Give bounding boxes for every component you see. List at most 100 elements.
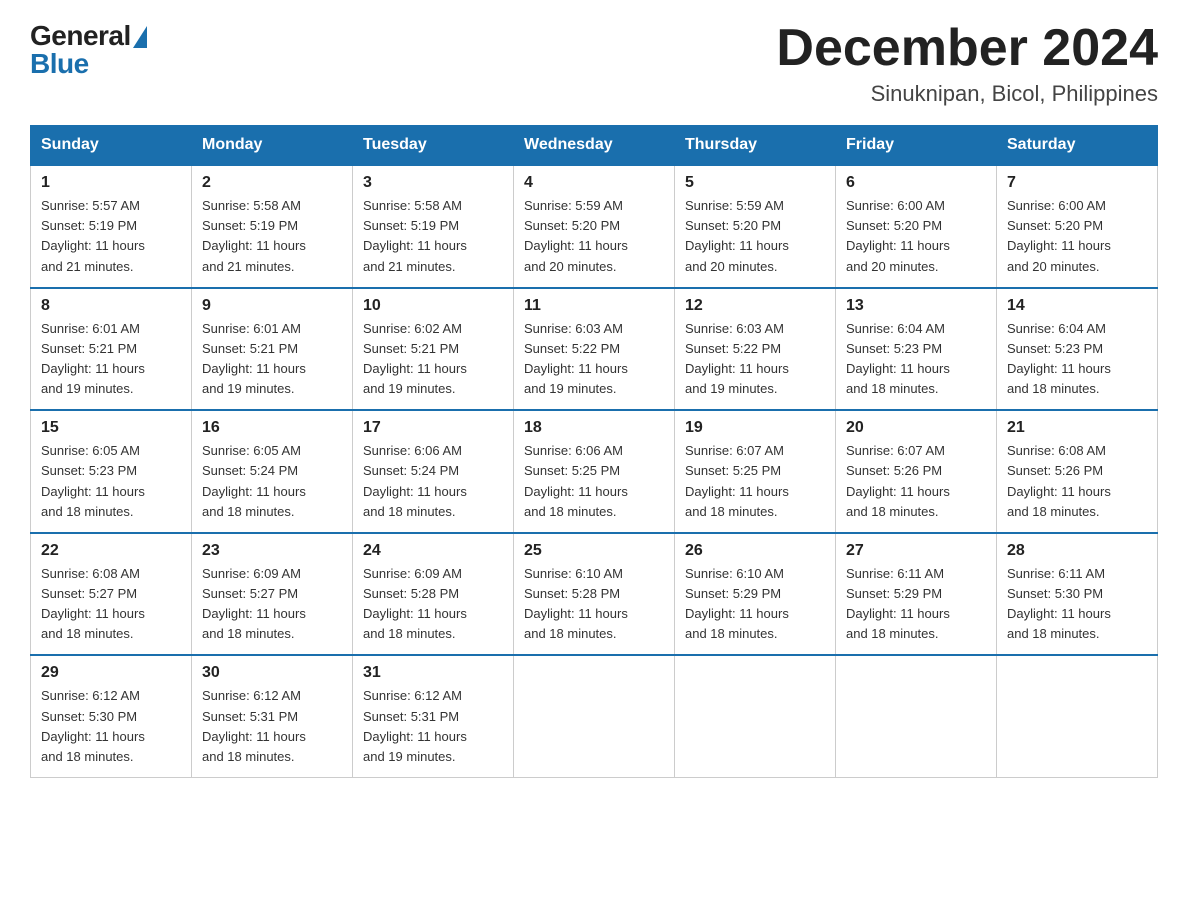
calendar-cell bbox=[675, 655, 836, 777]
day-info: Sunrise: 6:03 AMSunset: 5:22 PMDaylight:… bbox=[685, 319, 825, 400]
day-number: 19 bbox=[685, 419, 825, 437]
day-number: 25 bbox=[524, 542, 664, 560]
day-info: Sunrise: 5:58 AMSunset: 5:19 PMDaylight:… bbox=[363, 196, 503, 277]
calendar-cell: 31 Sunrise: 6:12 AMSunset: 5:31 PMDayligh… bbox=[353, 655, 514, 777]
calendar-cell: 11 Sunrise: 6:03 AMSunset: 5:22 PMDayligh… bbox=[514, 288, 675, 411]
calendar-cell: 6 Sunrise: 6:00 AMSunset: 5:20 PMDaylight… bbox=[836, 165, 997, 288]
calendar-cell bbox=[514, 655, 675, 777]
page-header: General Blue December 2024 Sinuknipan, B… bbox=[30, 20, 1158, 107]
day-info: Sunrise: 6:05 AMSunset: 5:23 PMDaylight:… bbox=[41, 441, 181, 522]
day-info: Sunrise: 5:58 AMSunset: 5:19 PMDaylight:… bbox=[202, 196, 342, 277]
day-info: Sunrise: 6:07 AMSunset: 5:25 PMDaylight:… bbox=[685, 441, 825, 522]
calendar-cell bbox=[997, 655, 1158, 777]
calendar-cell: 22 Sunrise: 6:08 AMSunset: 5:27 PMDayligh… bbox=[31, 533, 192, 656]
day-info: Sunrise: 6:07 AMSunset: 5:26 PMDaylight:… bbox=[846, 441, 986, 522]
calendar-cell: 30Sunrise: 6:12 AMSunset: 5:31 PMDayligh… bbox=[192, 655, 353, 777]
day-number: 16 bbox=[202, 419, 342, 437]
calendar-cell: 15 Sunrise: 6:05 AMSunset: 5:23 PMDayligh… bbox=[31, 410, 192, 533]
day-number: 22 bbox=[41, 542, 181, 560]
weekday-header-sunday: Sunday bbox=[31, 126, 192, 166]
calendar-cell: 7Sunrise: 6:00 AMSunset: 5:20 PMDaylight… bbox=[997, 165, 1158, 288]
day-number: 21 bbox=[1007, 419, 1147, 437]
calendar-cell: 8 Sunrise: 6:01 AMSunset: 5:21 PMDaylight… bbox=[31, 288, 192, 411]
day-number: 6 bbox=[846, 174, 986, 192]
day-number: 18 bbox=[524, 419, 664, 437]
day-info: Sunrise: 6:08 AMSunset: 5:26 PMDaylight:… bbox=[1007, 441, 1147, 522]
day-info: Sunrise: 6:05 AMSunset: 5:24 PMDaylight:… bbox=[202, 441, 342, 522]
day-info: Sunrise: 6:08 AMSunset: 5:27 PMDaylight:… bbox=[41, 564, 181, 645]
weekday-header-thursday: Thursday bbox=[675, 126, 836, 166]
calendar-cell: 23Sunrise: 6:09 AMSunset: 5:27 PMDayligh… bbox=[192, 533, 353, 656]
calendar-table: SundayMondayTuesdayWednesdayThursdayFrid… bbox=[30, 125, 1158, 778]
calendar-week-3: 15 Sunrise: 6:05 AMSunset: 5:23 PMDayligh… bbox=[31, 410, 1158, 533]
logo: General Blue bbox=[30, 20, 147, 80]
day-number: 5 bbox=[685, 174, 825, 192]
day-info: Sunrise: 6:02 AMSunset: 5:21 PMDaylight:… bbox=[363, 319, 503, 400]
calendar-cell: 27 Sunrise: 6:11 AMSunset: 5:29 PMDayligh… bbox=[836, 533, 997, 656]
weekday-header-friday: Friday bbox=[836, 126, 997, 166]
day-number: 20 bbox=[846, 419, 986, 437]
calendar-cell: 3 Sunrise: 5:58 AMSunset: 5:19 PMDaylight… bbox=[353, 165, 514, 288]
month-title: December 2024 bbox=[776, 20, 1158, 77]
calendar-cell: 2 Sunrise: 5:58 AMSunset: 5:19 PMDaylight… bbox=[192, 165, 353, 288]
day-info: Sunrise: 6:01 AMSunset: 5:21 PMDaylight:… bbox=[202, 319, 342, 400]
day-number: 28 bbox=[1007, 542, 1147, 560]
day-info: Sunrise: 5:59 AMSunset: 5:20 PMDaylight:… bbox=[524, 196, 664, 277]
day-info: Sunrise: 5:57 AMSunset: 5:19 PMDaylight:… bbox=[41, 196, 181, 277]
day-info: Sunrise: 6:10 AMSunset: 5:28 PMDaylight:… bbox=[524, 564, 664, 645]
day-info: Sunrise: 5:59 AMSunset: 5:20 PMDaylight:… bbox=[685, 196, 825, 277]
day-info: Sunrise: 6:03 AMSunset: 5:22 PMDaylight:… bbox=[524, 319, 664, 400]
day-number: 15 bbox=[41, 419, 181, 437]
calendar-week-2: 8 Sunrise: 6:01 AMSunset: 5:21 PMDaylight… bbox=[31, 288, 1158, 411]
day-info: Sunrise: 6:12 AMSunset: 5:31 PMDaylight:… bbox=[363, 686, 503, 767]
calendar-body: 1Sunrise: 5:57 AMSunset: 5:19 PMDaylight… bbox=[31, 165, 1158, 777]
calendar-cell: 26Sunrise: 6:10 AMSunset: 5:29 PMDayligh… bbox=[675, 533, 836, 656]
day-info: Sunrise: 6:12 AMSunset: 5:30 PMDaylight:… bbox=[41, 686, 181, 767]
calendar-cell: 28 Sunrise: 6:11 AMSunset: 5:30 PMDayligh… bbox=[997, 533, 1158, 656]
weekday-header-saturday: Saturday bbox=[997, 126, 1158, 166]
calendar-cell: 10 Sunrise: 6:02 AMSunset: 5:21 PMDayligh… bbox=[353, 288, 514, 411]
weekday-header-row: SundayMondayTuesdayWednesdayThursdayFrid… bbox=[31, 126, 1158, 166]
day-info: Sunrise: 6:01 AMSunset: 5:21 PMDaylight:… bbox=[41, 319, 181, 400]
calendar-week-4: 22 Sunrise: 6:08 AMSunset: 5:27 PMDayligh… bbox=[31, 533, 1158, 656]
calendar-cell: 5 Sunrise: 5:59 AMSunset: 5:20 PMDaylight… bbox=[675, 165, 836, 288]
calendar-cell: 16 Sunrise: 6:05 AMSunset: 5:24 PMDayligh… bbox=[192, 410, 353, 533]
calendar-cell: 9 Sunrise: 6:01 AMSunset: 5:21 PMDaylight… bbox=[192, 288, 353, 411]
calendar-week-5: 29 Sunrise: 6:12 AMSunset: 5:30 PMDayligh… bbox=[31, 655, 1158, 777]
day-number: 17 bbox=[363, 419, 503, 437]
calendar-cell: 25 Sunrise: 6:10 AMSunset: 5:28 PMDayligh… bbox=[514, 533, 675, 656]
day-number: 23 bbox=[202, 542, 342, 560]
day-info: Sunrise: 6:00 AMSunset: 5:20 PMDaylight:… bbox=[846, 196, 986, 277]
day-number: 11 bbox=[524, 297, 664, 315]
day-info: Sunrise: 6:11 AMSunset: 5:29 PMDaylight:… bbox=[846, 564, 986, 645]
calendar-cell: 14 Sunrise: 6:04 AMSunset: 5:23 PMDayligh… bbox=[997, 288, 1158, 411]
day-number: 14 bbox=[1007, 297, 1147, 315]
day-number: 27 bbox=[846, 542, 986, 560]
calendar-cell: 29 Sunrise: 6:12 AMSunset: 5:30 PMDayligh… bbox=[31, 655, 192, 777]
day-number: 10 bbox=[363, 297, 503, 315]
calendar-cell: 20 Sunrise: 6:07 AMSunset: 5:26 PMDayligh… bbox=[836, 410, 997, 533]
day-number: 2 bbox=[202, 174, 342, 192]
day-number: 29 bbox=[41, 664, 181, 682]
day-info: Sunrise: 6:06 AMSunset: 5:25 PMDaylight:… bbox=[524, 441, 664, 522]
day-info: Sunrise: 6:10 AMSunset: 5:29 PMDaylight:… bbox=[685, 564, 825, 645]
calendar-cell: 1Sunrise: 5:57 AMSunset: 5:19 PMDaylight… bbox=[31, 165, 192, 288]
day-info: Sunrise: 6:04 AMSunset: 5:23 PMDaylight:… bbox=[846, 319, 986, 400]
day-number: 8 bbox=[41, 297, 181, 315]
day-number: 31 bbox=[363, 664, 503, 682]
day-info: Sunrise: 6:11 AMSunset: 5:30 PMDaylight:… bbox=[1007, 564, 1147, 645]
calendar-cell: 21 Sunrise: 6:08 AMSunset: 5:26 PMDayligh… bbox=[997, 410, 1158, 533]
calendar-cell: 19 Sunrise: 6:07 AMSunset: 5:25 PMDayligh… bbox=[675, 410, 836, 533]
day-info: Sunrise: 6:09 AMSunset: 5:28 PMDaylight:… bbox=[363, 564, 503, 645]
calendar-cell: 13Sunrise: 6:04 AMSunset: 5:23 PMDayligh… bbox=[836, 288, 997, 411]
weekday-header-tuesday: Tuesday bbox=[353, 126, 514, 166]
day-number: 9 bbox=[202, 297, 342, 315]
day-number: 7 bbox=[1007, 174, 1147, 192]
day-info: Sunrise: 6:04 AMSunset: 5:23 PMDaylight:… bbox=[1007, 319, 1147, 400]
day-number: 3 bbox=[363, 174, 503, 192]
calendar-header: SundayMondayTuesdayWednesdayThursdayFrid… bbox=[31, 126, 1158, 166]
calendar-cell: 12Sunrise: 6:03 AMSunset: 5:22 PMDayligh… bbox=[675, 288, 836, 411]
weekday-header-wednesday: Wednesday bbox=[514, 126, 675, 166]
logo-blue-text: Blue bbox=[30, 48, 89, 80]
day-number: 4 bbox=[524, 174, 664, 192]
